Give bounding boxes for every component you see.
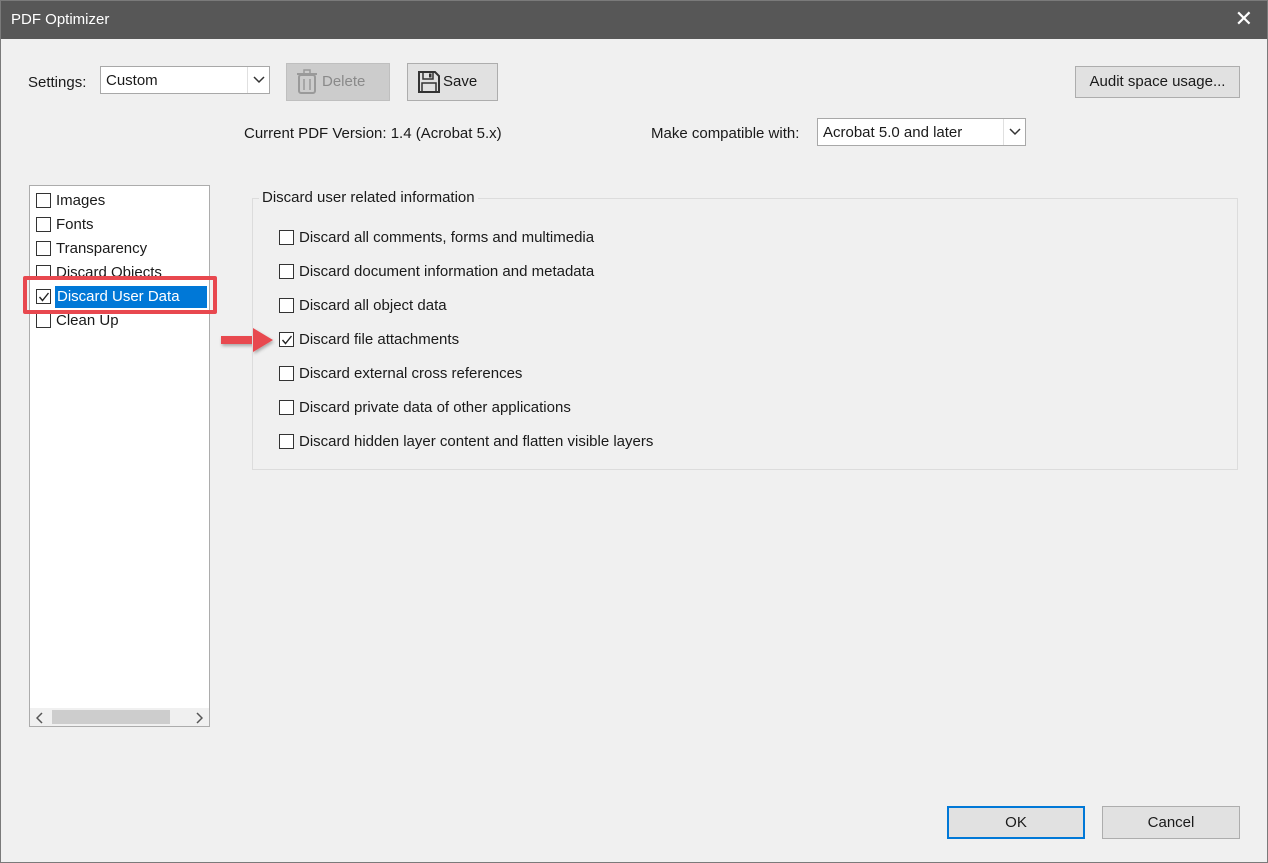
pdf-optimizer-dialog: PDF Optimizer ✕ Settings: Custom Delete <box>0 0 1268 863</box>
audit-space-usage-button[interactable]: Audit space usage... <box>1075 66 1240 98</box>
checkbox[interactable] <box>279 400 294 415</box>
ok-button[interactable]: OK <box>947 806 1085 839</box>
checkbox[interactable] <box>279 264 294 279</box>
checkbox[interactable] <box>279 230 294 245</box>
trash-icon <box>296 69 318 99</box>
checkbox[interactable] <box>279 298 294 313</box>
list-item-transparency[interactable]: Transparency <box>35 236 209 258</box>
current-pdf-version: Current PDF Version: 1.4 (Acrobat 5.x) <box>244 125 502 142</box>
discard-user-info-group: Discard user related information Discard… <box>252 189 1238 470</box>
checkbox[interactable] <box>279 434 294 449</box>
option-label: Discard hidden layer content and flatten… <box>299 433 654 450</box>
compatibility-label: Make compatible with: <box>651 125 800 142</box>
list-item-label: Transparency <box>56 240 148 257</box>
list-item-images[interactable]: Images <box>35 188 209 210</box>
chevron-down-icon[interactable] <box>1003 119 1025 145</box>
title-bar[interactable]: PDF Optimizer ✕ <box>1 1 1267 39</box>
chevron-down-icon[interactable] <box>247 67 269 93</box>
optimization-panel-list[interactable]: Images Fonts Transparency Discard Object… <box>29 185 210 727</box>
cancel-button-label: Cancel <box>1147 814 1195 831</box>
close-icon[interactable]: ✕ <box>1235 7 1253 31</box>
audit-button-label: Audit space usage... <box>1089 73 1226 90</box>
floppy-disk-icon <box>417 70 441 98</box>
list-item-label: Images <box>56 192 106 209</box>
scrollbar-thumb[interactable] <box>52 710 170 724</box>
option-label: Discard all object data <box>299 297 447 314</box>
compatibility-value: Acrobat 5.0 and later <box>823 124 963 141</box>
horizontal-scrollbar[interactable] <box>30 708 209 726</box>
checkmark-icon <box>281 335 293 345</box>
checkbox[interactable] <box>279 332 294 347</box>
chevron-left-icon[interactable] <box>35 711 44 726</box>
option-label: Discard file attachments <box>299 331 460 348</box>
transparency-checkbox[interactable] <box>36 241 51 256</box>
compatibility-dropdown[interactable]: Acrobat 5.0 and later <box>817 118 1026 146</box>
annotation-highlight-box <box>23 276 217 314</box>
settings-label: Settings: <box>28 74 87 91</box>
list-item-label: Clean Up <box>56 312 119 329</box>
option-label: Discard private data of other applicatio… <box>299 399 571 416</box>
option-label: Discard all comments, forms and multimed… <box>299 229 595 246</box>
group-title: Discard user related information <box>259 189 478 206</box>
save-button-label: Save <box>443 73 478 90</box>
settings-value: Custom <box>106 72 158 89</box>
list-item-fonts[interactable]: Fonts <box>35 212 209 234</box>
chevron-right-icon[interactable] <box>195 711 204 726</box>
images-checkbox[interactable] <box>36 193 51 208</box>
window-title: PDF Optimizer <box>11 11 110 28</box>
save-button[interactable]: Save <box>407 63 498 101</box>
fonts-checkbox[interactable] <box>36 217 51 232</box>
option-label: Discard external cross references <box>299 365 523 382</box>
clean-up-checkbox[interactable] <box>36 313 51 328</box>
list-item-label: Fonts <box>56 216 94 233</box>
delete-button-label: Delete <box>322 73 366 90</box>
option-label: Discard document information and metadat… <box>299 263 595 280</box>
delete-button[interactable]: Delete <box>286 63 390 101</box>
settings-dropdown[interactable]: Custom <box>100 66 270 94</box>
ok-button-label: OK <box>1005 814 1027 831</box>
checkbox[interactable] <box>279 366 294 381</box>
cancel-button[interactable]: Cancel <box>1102 806 1240 839</box>
